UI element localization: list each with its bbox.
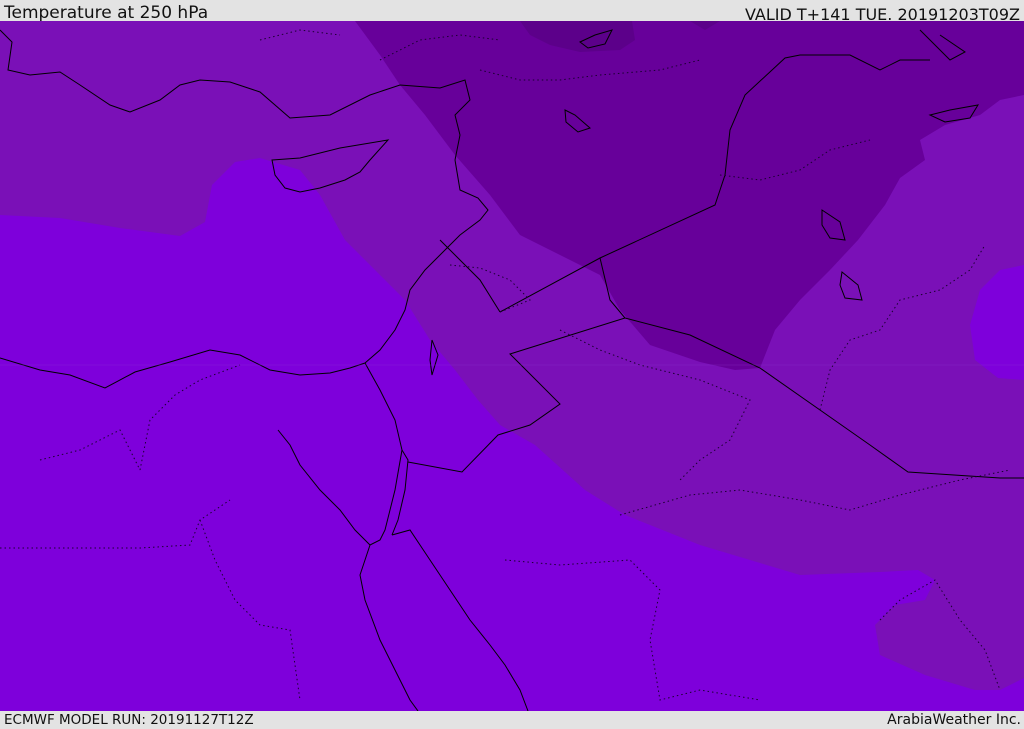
footer-bar: ECMWF MODEL RUN: 20191127T12Z ArabiaWeat… <box>0 711 1024 729</box>
header-bar: Temperature at 250 hPa VALID T+141 TUE. … <box>0 0 1024 24</box>
credit-label: ArabiaWeather Inc. <box>887 712 1021 728</box>
temperature-map <box>0 21 1024 711</box>
map-title: Temperature at 250 hPa <box>4 3 209 23</box>
model-run: ECMWF MODEL RUN: 20191127T12Z <box>4 712 254 728</box>
